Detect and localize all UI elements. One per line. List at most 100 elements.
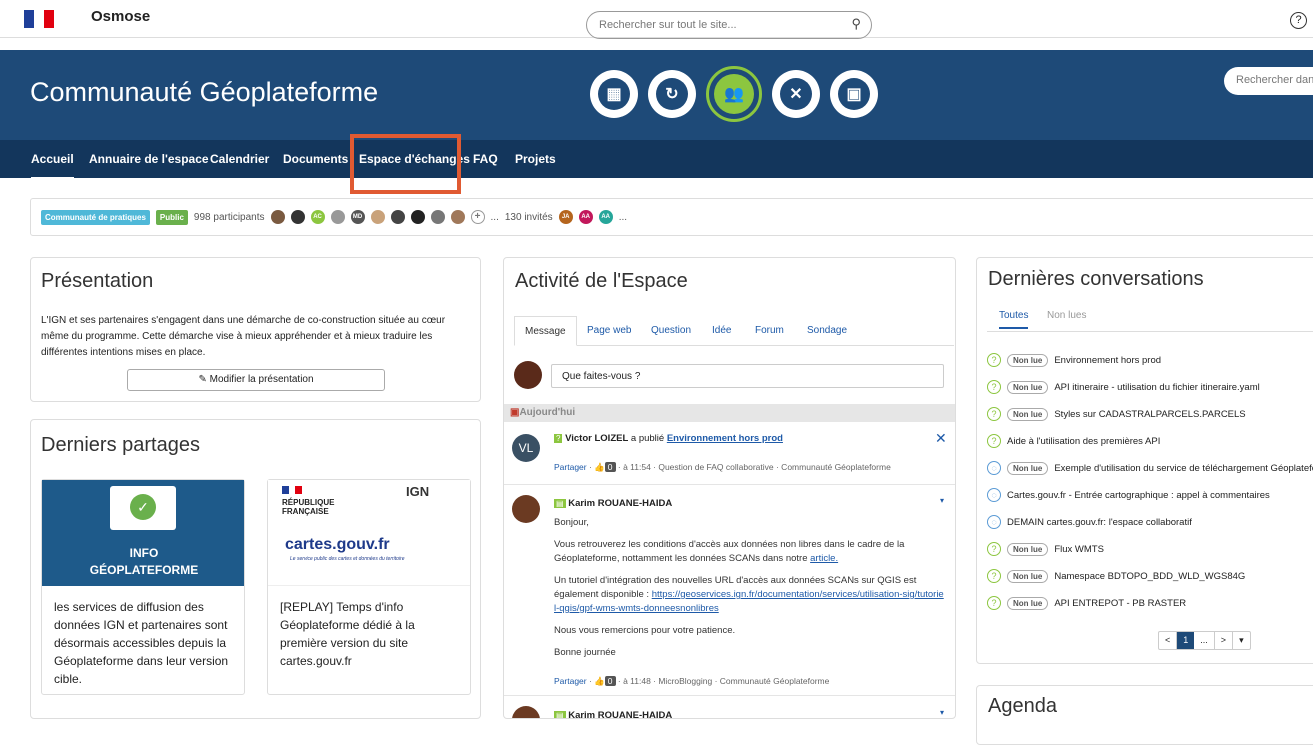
avatar[interactable] <box>512 495 540 523</box>
monitor-icon: ✓ <box>110 486 176 530</box>
agenda-title: Agenda <box>988 695 1057 717</box>
nav-projets[interactable]: Projets <box>515 152 556 166</box>
more-participants[interactable]: ... <box>491 212 499 223</box>
article-link[interactable]: article. <box>810 553 838 564</box>
post-1-footer: Partager · 👍 0 · à 11:54 · Question de FA… <box>554 462 891 472</box>
top-bar: Osmose Rechercher sur tout le site... ⚲ ? <box>0 0 1313 39</box>
share-link[interactable]: Partager <box>554 462 587 472</box>
conversations-panel: Dernières conversations Toutes Non lues … <box>976 257 1313 664</box>
post-input[interactable]: Que faites-vous ? <box>551 364 944 388</box>
tools-app-icon[interactable]: ✕ <box>772 70 820 118</box>
space-search-input[interactable]: Rechercher dans c <box>1224 67 1313 95</box>
post-1-link[interactable]: Environnement hors prod <box>667 433 783 444</box>
avatar[interactable]: MD <box>350 210 365 224</box>
tab-sondage[interactable]: Sondage <box>807 325 847 336</box>
app-name[interactable]: Osmose <box>91 8 150 25</box>
share-link[interactable]: Partager <box>554 676 587 686</box>
avatar[interactable] <box>410 210 425 224</box>
close-icon[interactable]: ✕ <box>935 430 947 447</box>
question-icon: ? <box>987 434 1001 448</box>
search-icon[interactable]: ⚲ <box>851 16 861 32</box>
tab-idee[interactable]: Idée <box>712 325 731 336</box>
nav-annuaire[interactable]: Annuaire de l'espace <box>89 152 209 166</box>
post-2-p5: Bonne journée <box>554 647 616 658</box>
global-search-input[interactable]: Rechercher sur tout le site... ⚲ <box>586 11 872 39</box>
nav-calendrier[interactable]: Calendrier <box>210 152 269 166</box>
calendar-app-icon[interactable]: ▦ <box>590 70 638 118</box>
post-3-header: ▤ Karim ROUANE-HAIDA <box>554 710 672 719</box>
post-1-author[interactable]: Victor LOIZEL <box>565 433 628 444</box>
community-type-badge: Communauté de pratiques <box>41 209 150 225</box>
avatar[interactable]: AA <box>598 210 613 224</box>
share-card-2[interactable]: RÉPUBLIQUE FRANÇAISE IGN cartes.gouv.fr … <box>267 479 471 695</box>
page-menu-button[interactable]: ▾ <box>1233 632 1250 649</box>
conversation-item[interactable]: ? Non lue API itineraire - utilisation du … <box>987 377 1260 397</box>
members-app-icon[interactable]: 👥 <box>706 66 762 122</box>
ign-logo: IGN <box>406 484 430 499</box>
tab-message[interactable]: Message <box>514 316 577 346</box>
unread-badge: Non lue <box>1007 461 1049 475</box>
tab-forum[interactable]: Forum <box>755 325 784 336</box>
public-badge: Public <box>155 209 188 225</box>
documents-app-icon[interactable]: ▣ <box>830 70 878 118</box>
like-count: 0 <box>604 676 616 686</box>
conversation-item[interactable]: ? Non lue Flux WMTS <box>987 539 1104 559</box>
avatar[interactable] <box>270 210 285 224</box>
avatar[interactable]: AC <box>310 210 325 224</box>
participants-count[interactable]: 998 participants <box>194 212 265 223</box>
avatar[interactable] <box>290 210 305 224</box>
tab-toutes[interactable]: Toutes <box>999 310 1029 329</box>
add-member-icon[interactable]: + <box>470 210 485 224</box>
conversation-title: Flux WMTS <box>1054 543 1104 555</box>
unread-badge: Non lue <box>1007 407 1049 421</box>
edit-presentation-button[interactable]: ✎ Modifier la présentation <box>127 369 385 391</box>
share-card-1-text: les services de diffusion des données IG… <box>54 600 229 686</box>
avatar[interactable] <box>430 210 445 224</box>
tab-question[interactable]: Question <box>651 325 691 336</box>
conversation-item[interactable]: ◌ Non lue Exemple d'utilisation du service… <box>987 458 1313 478</box>
question-icon: ? <box>987 407 1001 421</box>
avatar[interactable] <box>330 210 345 224</box>
conversation-title: API itineraire - utilisation du fichier … <box>1054 381 1260 393</box>
microblog-icon: ▤ <box>554 711 566 719</box>
avatar[interactable] <box>370 210 385 224</box>
avatar[interactable]: AA <box>578 210 593 224</box>
conversation-item[interactable]: ? Non lue Environnement hors prod <box>987 350 1161 370</box>
conversation-item[interactable]: ◌ DEMAIN cartes.gouv.fr: l'espace collabo… <box>987 512 1192 532</box>
conversation-item[interactable]: ? Non lue API ENTREPOT - PB RASTER <box>987 593 1186 613</box>
page-1-button[interactable]: 1 <box>1177 632 1195 649</box>
avatar[interactable]: VL <box>512 434 540 462</box>
help-icon[interactable]: ? <box>1290 12 1307 29</box>
partages-panel: Derniers partages ✓ INFO GÉOPLATEFORME l… <box>30 419 481 719</box>
post-3-author[interactable]: Karim ROUANE-HAIDA <box>568 710 672 718</box>
conversation-title: Styles sur CADASTRALPARCELS.PARCELS <box>1054 408 1246 420</box>
unread-badge: Non lue <box>1007 542 1049 556</box>
chevron-down-icon[interactable]: ▾ <box>940 496 944 505</box>
nav-faq[interactable]: FAQ <box>473 152 498 166</box>
conversation-item[interactable]: ◌ Cartes.gouv.fr - Entrée cartographique … <box>987 485 1270 505</box>
avatar[interactable] <box>390 210 405 224</box>
conversation-item[interactable]: ? Non lue Styles sur CADASTRALPARCELS.PARC… <box>987 404 1246 424</box>
like-icon[interactable]: 👍 <box>594 676 605 686</box>
avatar[interactable] <box>512 706 540 718</box>
nav-documents[interactable]: Documents <box>283 152 348 166</box>
tab-non-lues[interactable]: Non lues <box>1047 310 1086 321</box>
invites-count[interactable]: 130 invités <box>505 212 553 223</box>
prev-page-button[interactable]: < <box>1159 632 1178 649</box>
share-card-1[interactable]: ✓ INFO GÉOPLATEFORME les services de dif… <box>41 479 245 695</box>
tab-page-web[interactable]: Page web <box>587 325 631 336</box>
conversation-title: DEMAIN cartes.gouv.fr: l'espace collabor… <box>1007 516 1192 528</box>
post-2-author[interactable]: Karim ROUANE-HAIDA <box>568 498 672 509</box>
activity-app-icon[interactable]: ↻ <box>648 70 696 118</box>
conversation-item[interactable]: ? Aide à l'utilisation des premières API <box>987 431 1160 451</box>
more-invites[interactable]: ... <box>619 212 627 223</box>
conversation-title: Exemple d'utilisation du service de télé… <box>1054 462 1313 474</box>
avatar[interactable] <box>450 210 465 224</box>
conversation-item[interactable]: ? Non lue Namespace BDTOPO_BDD_WLD_WGS84G <box>987 566 1245 586</box>
avatar[interactable]: JA <box>558 210 573 224</box>
nav-accueil[interactable]: Accueil <box>31 152 74 180</box>
like-icon[interactable]: 👍 <box>594 462 605 472</box>
next-page-button[interactable]: > <box>1215 632 1234 649</box>
highlight-box <box>350 134 461 194</box>
page-ellipsis[interactable]: ... <box>1194 632 1215 649</box>
